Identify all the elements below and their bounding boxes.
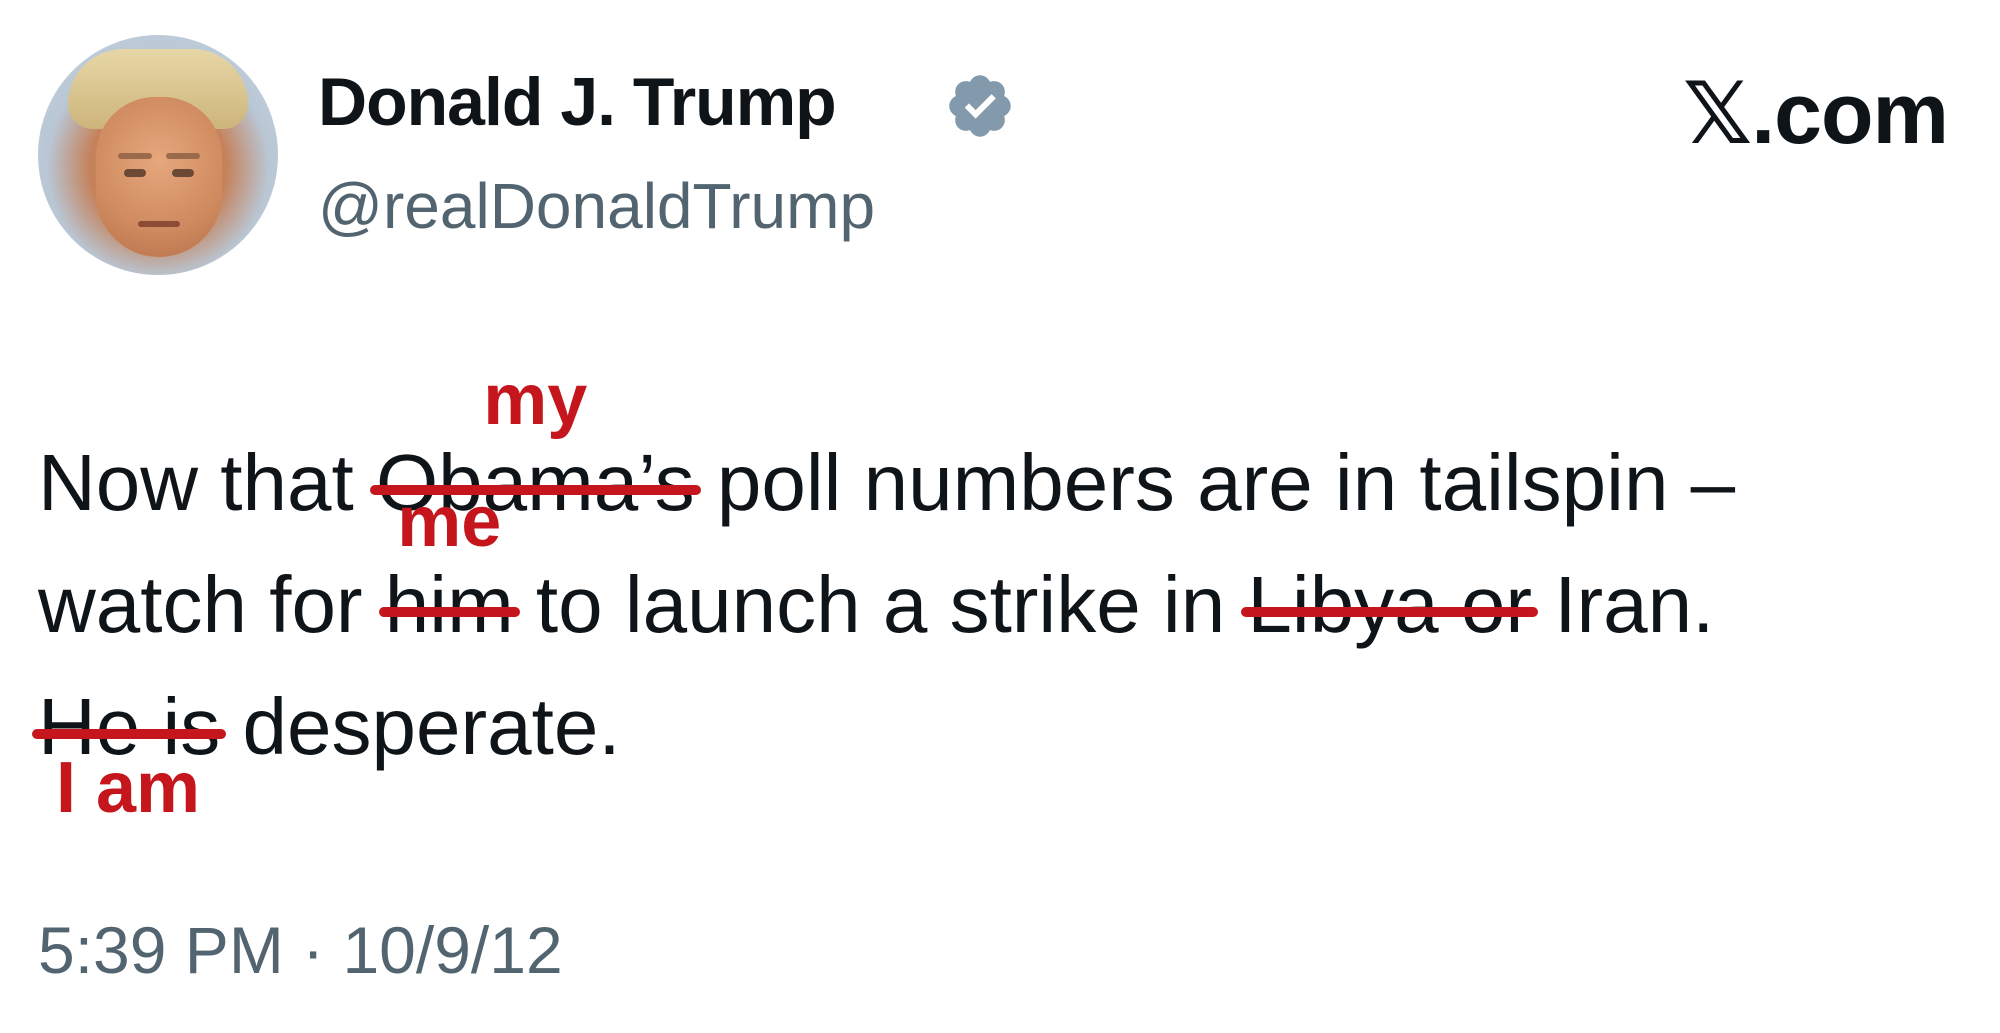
tweet-timestamp[interactable]: 5:39 PM · 10/9/12 — [38, 910, 563, 990]
avatar-mouth — [138, 221, 180, 227]
avatar-brow-left — [118, 153, 152, 159]
edit-libya: Libya or — [1241, 544, 1538, 666]
tweet-text-segment: watch for — [38, 560, 385, 649]
struck-text: him — [378, 544, 520, 666]
avatar-eye-right — [172, 169, 194, 177]
inserted-text: I am — [56, 748, 201, 828]
tweet-text: Now that Obama’s my poll numbers are in t… — [31, 364, 1736, 824]
verified-badge-icon[interactable] — [944, 70, 1016, 142]
avatar[interactable] — [38, 35, 278, 275]
avatar-eye-left — [124, 169, 146, 177]
inserted-text: me — [397, 482, 502, 562]
tweet-line-1: Now that Obama’s my poll numbers are in t… — [38, 364, 1736, 544]
edit-him: him me — [378, 486, 520, 666]
inserted-text: my — [483, 360, 588, 440]
tweet-text-segment: Now that — [38, 438, 376, 527]
tweet-line-3: He is I am desperate. — [31, 666, 1735, 824]
tweet-text-segment: poll numbers are in tailspin – — [694, 438, 1736, 527]
avatar-face — [96, 97, 222, 257]
tweet-line-2: watch for him me to launch a strike in Li… — [38, 486, 1735, 666]
x-logo: 𝕏.com — [1682, 66, 1949, 162]
edit-he-is: He is I am — [31, 666, 227, 824]
tweet-text-segment: Iran. — [1532, 560, 1715, 649]
avatar-brow-right — [166, 153, 200, 159]
tweet-text-segment: desperate. — [220, 682, 621, 771]
display-name[interactable]: Donald J. Trump — [318, 62, 837, 142]
tweet-text-segment: to launch a strike in — [513, 560, 1248, 649]
user-handle[interactable]: @realDonaldTrump — [318, 168, 875, 244]
struck-text: Libya or — [1241, 544, 1538, 666]
